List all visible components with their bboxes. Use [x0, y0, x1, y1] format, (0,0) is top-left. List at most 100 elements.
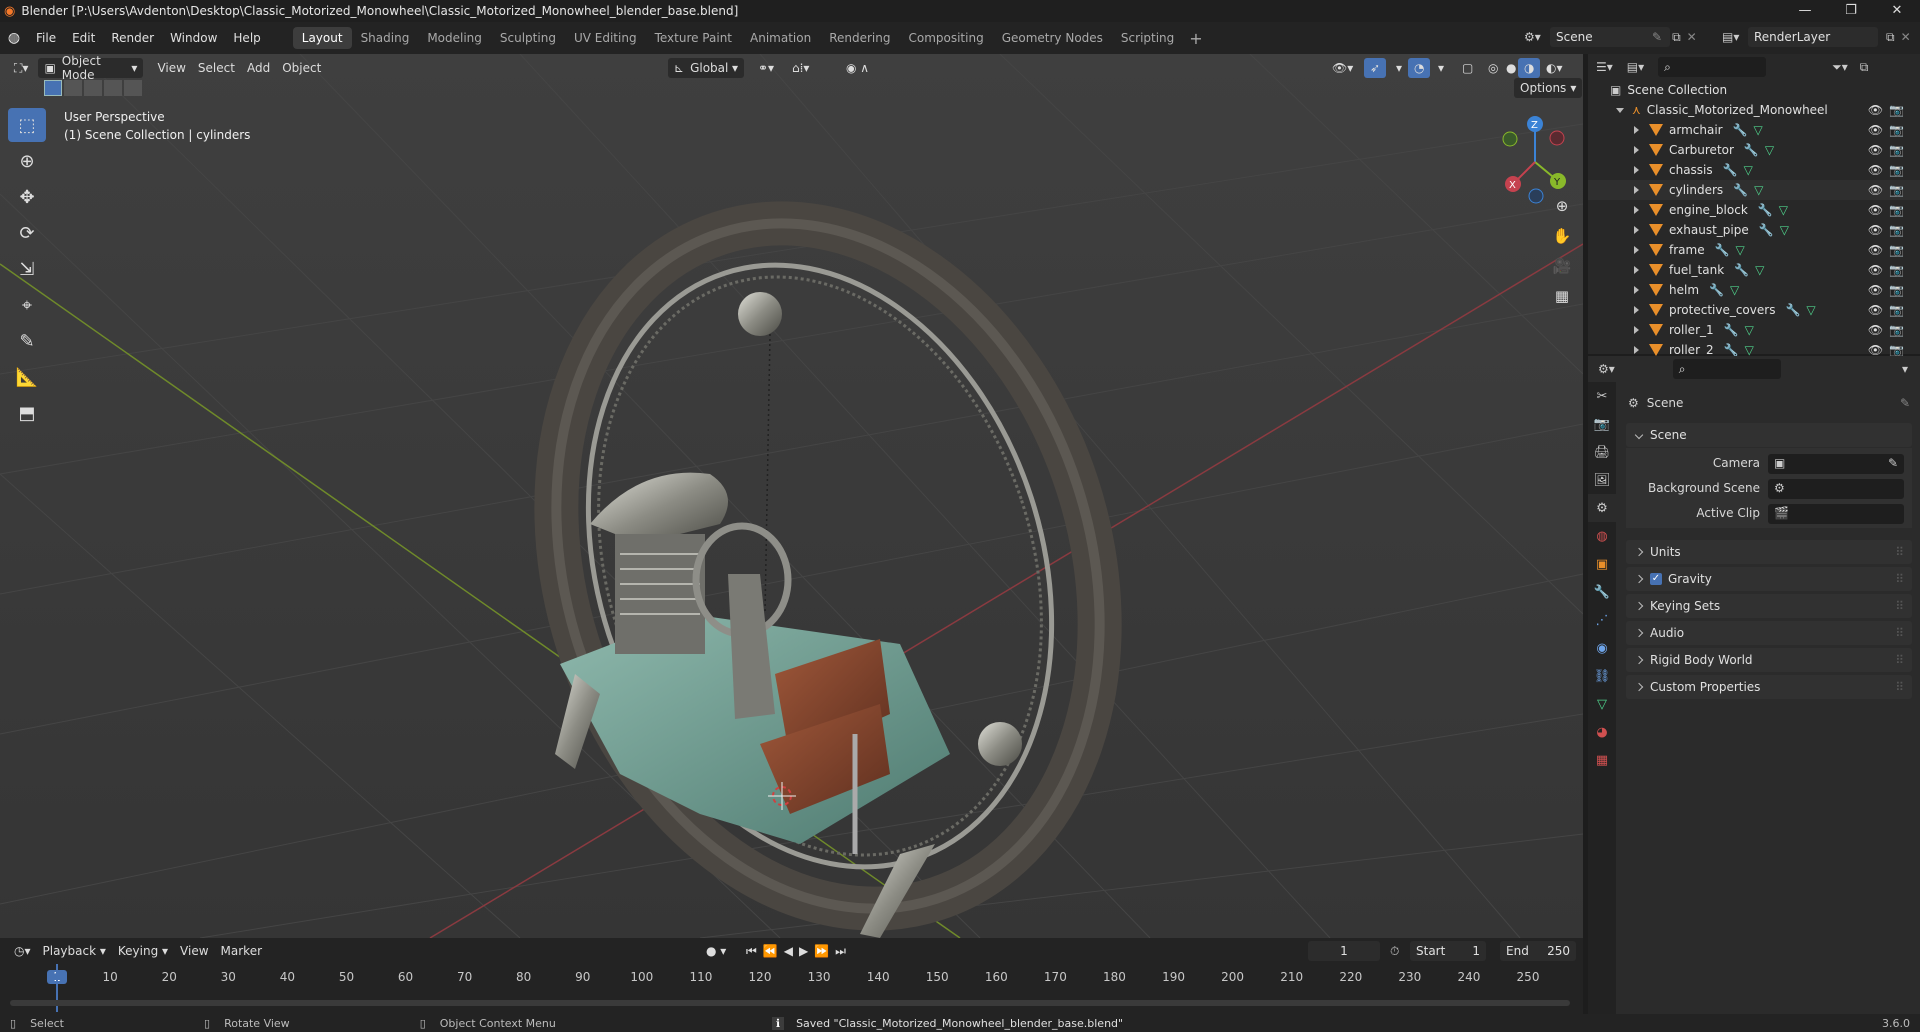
modifier-icon[interactable]: 🔧: [1785, 303, 1800, 317]
expand-icon[interactable]: [1634, 326, 1639, 334]
editor-type-icon[interactable]: ⛶▾: [8, 58, 34, 78]
modifier-icon[interactable]: 🔧: [1724, 343, 1739, 357]
outliner-item-armchair[interactable]: armchair 🔧 ▽ 👁📷: [1588, 120, 1920, 140]
menu-help[interactable]: Help: [225, 31, 268, 45]
menu-render[interactable]: Render: [103, 31, 162, 45]
tab-shading[interactable]: Shading: [352, 27, 419, 49]
ortho-grid-icon[interactable]: ▦: [1547, 281, 1577, 311]
constraints-tab-icon[interactable]: ⛓: [1588, 662, 1616, 690]
options-button[interactable]: Options ▾: [1514, 78, 1583, 98]
visibility-render-icons[interactable]: 👁📷: [1868, 243, 1910, 257]
camera-view-icon[interactable]: 🎥: [1547, 251, 1577, 281]
panel-keying-sets[interactable]: Keying Sets ⠿: [1626, 594, 1912, 618]
modifier-icon[interactable]: 🔧: [1759, 223, 1774, 237]
gravity-checkbox[interactable]: ✓: [1650, 573, 1662, 585]
modifier-icon[interactable]: 🔧: [1709, 283, 1724, 297]
timeline-scrollbar[interactable]: [10, 1000, 1570, 1006]
scene-tab-icon[interactable]: ⚙: [1588, 494, 1616, 522]
timeline-editor-icon[interactable]: ◷▾: [8, 941, 37, 961]
close-button[interactable]: ✕: [1874, 0, 1920, 22]
expand-icon[interactable]: [1634, 166, 1639, 174]
scene-icon[interactable]: ⚙▾: [1524, 30, 1550, 44]
modifier-icon[interactable]: 🔧: [1724, 323, 1739, 337]
minimize-button[interactable]: —: [1782, 0, 1828, 22]
outliner-item-cylinders[interactable]: cylinders 🔧 ▽ 👁📷: [1588, 180, 1920, 200]
outliner-item-exhaust-pipe[interactable]: exhaust_pipe 🔧 ▽ 👁📷: [1588, 220, 1920, 240]
modifier-icon[interactable]: 🔧: [1758, 203, 1773, 217]
delete-scene-icon[interactable]: ✕: [1687, 30, 1697, 44]
eyedropper-icon[interactable]: ✎: [1888, 456, 1898, 470]
add-cube-tool-icon[interactable]: ⬒: [8, 396, 46, 430]
pin-icon[interactable]: ✎: [1652, 30, 1662, 44]
tool-tab-icon[interactable]: ✂: [1588, 382, 1616, 410]
xray-icon[interactable]: ▢: [1456, 58, 1479, 78]
new-view-layer-icon[interactable]: ⧉: [1886, 30, 1895, 45]
timeline-view-menu[interactable]: View: [174, 941, 214, 961]
visibility-render-icons[interactable]: 👁📷: [1868, 263, 1910, 277]
visibility-render-icons[interactable]: 👁📷: [1868, 303, 1910, 317]
expand-icon[interactable]: [1634, 126, 1639, 134]
mesh-data-icon[interactable]: ▽: [1744, 163, 1753, 177]
scale-tool-icon[interactable]: ⇲: [8, 252, 46, 286]
texture-tab-icon[interactable]: ▦: [1588, 746, 1616, 774]
expand-icon[interactable]: [1634, 226, 1639, 234]
mesh-data-icon[interactable]: ▽: [1754, 183, 1763, 197]
mode-selector[interactable]: ▣ Object Mode ▾: [38, 54, 144, 82]
drag-handle-icon[interactable]: ⠿: [1895, 653, 1904, 667]
drag-handle-icon[interactable]: ⠿: [1895, 680, 1904, 694]
expand-icon[interactable]: [1634, 346, 1639, 354]
new-scene-icon[interactable]: ⧉: [1672, 30, 1681, 45]
modifier-tab-icon[interactable]: 🔧: [1588, 578, 1616, 606]
select-extend-icon[interactable]: [64, 80, 82, 96]
view-layer-field[interactable]: RenderLayer: [1748, 27, 1878, 47]
properties-search-input[interactable]: ⌕: [1672, 359, 1781, 379]
expand-collapse-icon[interactable]: [1616, 107, 1624, 113]
drag-handle-icon[interactable]: ⠿: [1895, 545, 1904, 559]
background-scene-field[interactable]: ⚙: [1768, 479, 1904, 499]
visibility-render-icons[interactable]: 👁📷: [1868, 223, 1910, 237]
world-tab-icon[interactable]: ◍: [1588, 522, 1616, 550]
end-frame-field[interactable]: End 250: [1500, 941, 1576, 961]
view-layer-icon[interactable]: ▤▾: [1722, 30, 1748, 44]
mesh-data-icon[interactable]: ▽: [1806, 303, 1815, 317]
mesh-data-icon[interactable]: ▽: [1765, 143, 1774, 157]
panel-gravity[interactable]: ✓ Gravity ⠿: [1626, 567, 1912, 591]
modifier-icon[interactable]: 🔧: [1715, 243, 1730, 257]
outliner-item-frame[interactable]: frame 🔧 ▽ 👁📷: [1588, 240, 1920, 260]
maximize-button[interactable]: ❐: [1828, 0, 1874, 22]
expand-icon[interactable]: [1634, 286, 1639, 294]
drag-handle-icon[interactable]: ⠿: [1895, 572, 1904, 586]
timeline-marker-menu[interactable]: Marker: [215, 941, 268, 961]
proportional-editing-icon[interactable]: ◉ ∧: [840, 58, 875, 78]
tab-animation[interactable]: Animation: [741, 27, 820, 49]
menu-edit[interactable]: Edit: [64, 31, 103, 45]
properties-editor-icon[interactable]: ⚙▾: [1598, 362, 1615, 376]
measure-tool-icon[interactable]: 📐: [8, 360, 46, 394]
expand-icon[interactable]: [1634, 306, 1639, 314]
properties-options-icon[interactable]: ▾: [1902, 362, 1908, 376]
transform-orientation-selector[interactable]: ⊾ Global ▾: [668, 58, 744, 78]
mesh-data-icon[interactable]: ▽: [1730, 283, 1739, 297]
mesh-data-icon[interactable]: ▽: [1755, 263, 1764, 277]
visibility-render-icons[interactable]: 👁📷: [1868, 203, 1910, 217]
new-collection-icon[interactable]: ⧉: [1860, 60, 1869, 75]
delete-view-layer-icon[interactable]: ✕: [1901, 30, 1911, 44]
outliner-item-fuel-tank[interactable]: fuel_tank 🔧 ▽ 👁📷: [1588, 260, 1920, 280]
select-new-icon[interactable]: [44, 80, 62, 96]
select-intersect-icon[interactable]: [124, 80, 142, 96]
tab-modeling[interactable]: Modeling: [418, 27, 491, 49]
outliner-item-protective-covers[interactable]: protective_covers 🔧 ▽ 👁📷: [1588, 300, 1920, 320]
tab-rendering[interactable]: Rendering: [820, 27, 899, 49]
visibility-render-icons[interactable]: 👁📷: [1868, 103, 1910, 117]
outliner-search-input[interactable]: ⌕: [1658, 57, 1767, 77]
tab-layout[interactable]: Layout: [292, 27, 352, 49]
outliner-item-helm[interactable]: helm 🔧 ▽ 👁📷: [1588, 280, 1920, 300]
modifier-icon[interactable]: 🔧: [1733, 183, 1748, 197]
transform-tool-icon[interactable]: ⌖: [8, 288, 46, 322]
visibility-render-icons[interactable]: 👁📷: [1868, 183, 1910, 197]
tab-scripting[interactable]: Scripting: [1112, 27, 1183, 49]
pan-hand-icon[interactable]: ✋: [1547, 221, 1577, 251]
physics-tab-icon[interactable]: ◉: [1588, 634, 1616, 662]
outliner-item-carburetor[interactable]: Carburetor 🔧 ▽ 👁📷: [1588, 140, 1920, 160]
pin-icon[interactable]: ✎: [1900, 396, 1910, 410]
